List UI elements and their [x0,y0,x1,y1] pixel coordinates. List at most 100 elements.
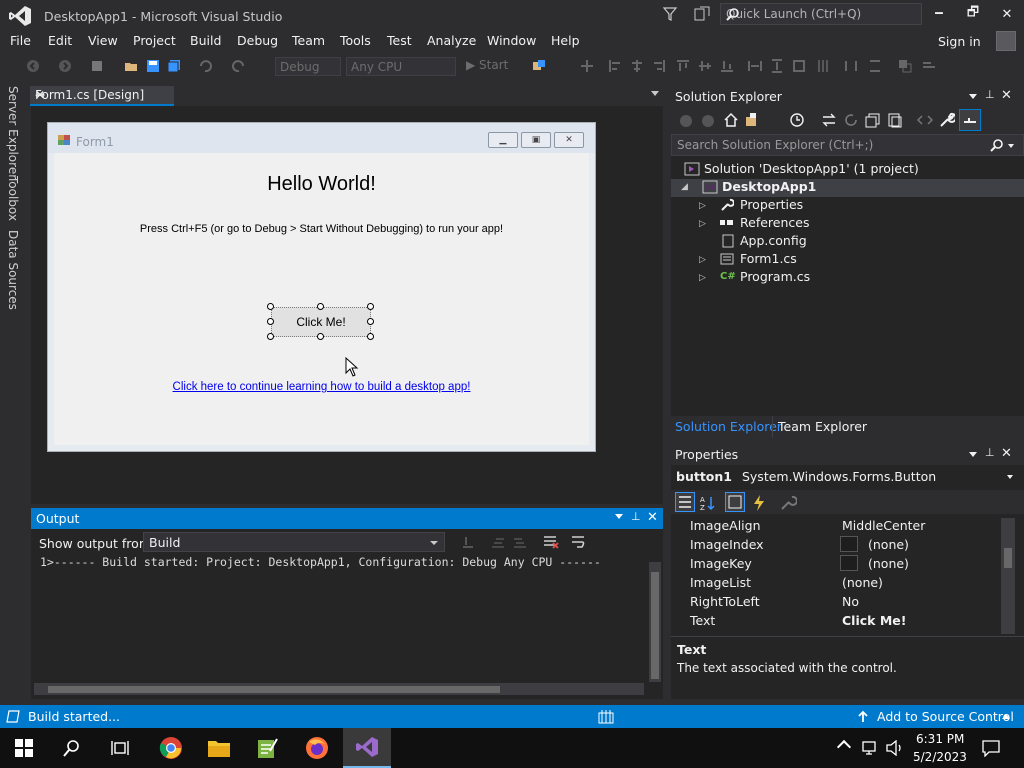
menu-project[interactable]: Project [133,33,176,48]
menu-tools[interactable]: Tools [340,33,371,48]
properties-dropdown-icon[interactable] [969,452,977,457]
properties-vertical-scrollbar[interactable] [1001,518,1015,634]
property-row-imagelist[interactable]: ImageList (none) [671,573,1001,592]
forward-icon[interactable] [58,59,72,73]
minimize-button[interactable]: 🗕 [922,0,956,28]
taskbar-notepad[interactable] [243,728,291,768]
taskbar-visual-studio[interactable] [343,728,391,768]
feedback-filter-icon[interactable] [662,6,678,22]
show-hidden-icons-chevron-icon[interactable] [836,739,852,755]
open-folder-icon[interactable] [124,59,138,73]
se-pin-icon[interactable]: ⊥ [985,88,995,101]
tab-order-icon[interactable] [922,59,936,73]
properties-wrench-icon[interactable] [939,112,955,128]
menu-debug[interactable]: Debug [237,33,278,48]
tab-solution-explorer[interactable]: Solution Explorer [675,419,782,434]
properties-pin-icon[interactable]: ⊥ [985,446,995,459]
forward-icon[interactable] [701,114,715,128]
align-tops-icon[interactable] [676,59,690,73]
taskbar-file-explorer[interactable] [195,728,243,768]
upload-arrow-icon[interactable] [857,710,869,723]
go-to-previous-icon[interactable] [491,535,505,549]
resize-handle[interactable] [367,303,374,310]
form1-window[interactable]: Form1 ▁ ▣ ✕ Hello World! Press Ctrl+F5 (… [47,122,596,452]
menu-help[interactable]: Help [551,33,580,48]
se-dropdown-icon[interactable] [969,94,977,99]
close-button[interactable]: ✕ [990,0,1024,28]
taskbar-chrome[interactable] [147,728,195,768]
expanded-triangle-icon[interactable]: ◢ [681,182,688,192]
property-pages-wrench-icon[interactable] [779,494,797,512]
menu-edit[interactable]: Edit [48,33,72,48]
search-icon[interactable] [726,7,916,21]
clock-time[interactable]: 6:31 PM [916,732,964,746]
close-tab-icon[interactable]: ✕ [35,88,45,102]
make-same-size-icon[interactable] [792,59,806,73]
redo-icon[interactable] [232,59,246,73]
events-lightning-icon[interactable] [751,494,767,512]
server-explorer-tab[interactable]: Server Explorer [6,86,20,179]
menu-view[interactable]: View [88,33,118,48]
account-avatar-icon[interactable] [996,31,1016,51]
find-message-icon[interactable] [461,535,475,549]
sign-in-link[interactable]: Sign in [938,34,981,49]
resize-handle[interactable] [267,303,274,310]
learn-more-link[interactable]: Click here to continue learning how to b… [54,381,589,393]
solution-explorer-search-input[interactable]: Search Solution Explorer (Ctrl+;) [671,134,1024,156]
hello-label[interactable]: Hello World! [54,173,589,196]
search-button[interactable] [48,728,96,768]
save-icon[interactable] [146,59,160,73]
output-close-icon[interactable]: ✕ [647,510,658,525]
resize-handle[interactable] [317,303,324,310]
properties-scroll-thumb[interactable] [1004,548,1012,568]
horizontal-spacing-icon[interactable] [844,59,858,73]
notifications-center-icon[interactable] [982,739,1000,757]
refresh-icon[interactable] [843,112,859,128]
se-close-icon[interactable]: ✕ [1001,88,1012,103]
menu-build[interactable]: Build [190,33,221,48]
output-dropdown-icon[interactable] [615,514,623,519]
collapse-all-icon[interactable] [865,112,881,128]
vertical-spacing-icon[interactable] [868,59,882,73]
properties-view-button[interactable] [725,492,745,512]
notifications-icon[interactable] [694,6,712,22]
show-all-files-icon[interactable] [887,112,903,128]
property-value[interactable]: No [842,594,859,609]
visual-studio-logo-icon[interactable] [8,5,32,27]
chevron-up-icon[interactable] [1002,714,1010,719]
object-selector[interactable]: button1 System.Windows.Forms.Button [676,469,936,484]
property-value[interactable]: (none) [868,556,909,571]
tab-form1-design[interactable]: Form1.cs [Design] ⊸ ✕ [30,86,174,106]
pending-changes-filter-icon[interactable] [789,112,805,128]
property-row-imagekey[interactable]: ImageKey (none) [671,554,1001,573]
search-icon[interactable] [990,138,1004,152]
menu-test[interactable]: Test [387,33,412,48]
alphabetical-icon[interactable]: AZ [699,494,717,512]
new-project-icon[interactable] [90,59,104,73]
align-rights-icon[interactable] [652,59,666,73]
tab-team-explorer[interactable]: Team Explorer [778,419,867,434]
taskbar-firefox[interactable] [293,728,341,768]
collapsed-triangle-icon[interactable]: ▷ [699,219,706,229]
resize-handle[interactable] [367,333,374,340]
menu-file[interactable]: File [10,33,31,48]
resize-handle[interactable] [267,333,274,340]
make-same-width-icon[interactable] [748,59,762,73]
volume-icon[interactable] [886,740,904,756]
categorized-button[interactable] [675,492,695,512]
add-to-source-control-button[interactable]: Add to Source Control [877,709,1014,724]
data-sources-tab[interactable]: Data Sources [6,230,20,310]
clear-all-icon[interactable] [543,534,559,550]
output-source-dropdown[interactable]: Build [143,532,445,552]
property-row-imageindex[interactable]: ImageIndex (none) [671,535,1001,554]
form-client-area[interactable]: Hello World! Press Ctrl+F5 (or go to Deb… [54,153,589,445]
home-icon[interactable] [723,112,739,128]
resize-handle[interactable] [367,318,374,325]
start-button[interactable] [0,728,48,768]
word-wrap-icon[interactable] [571,534,587,550]
output-vertical-scroll-thumb[interactable] [651,572,659,679]
configuration-dropdown[interactable]: Debug [275,57,341,76]
property-row-imagealign[interactable]: ImageAlign MiddleCenter [671,516,1001,535]
quick-launch-input[interactable]: Quick Launch (Ctrl+Q) [720,3,922,25]
instruction-label[interactable]: Press Ctrl+F5 (or go to Debug > Start Wi… [54,223,589,235]
